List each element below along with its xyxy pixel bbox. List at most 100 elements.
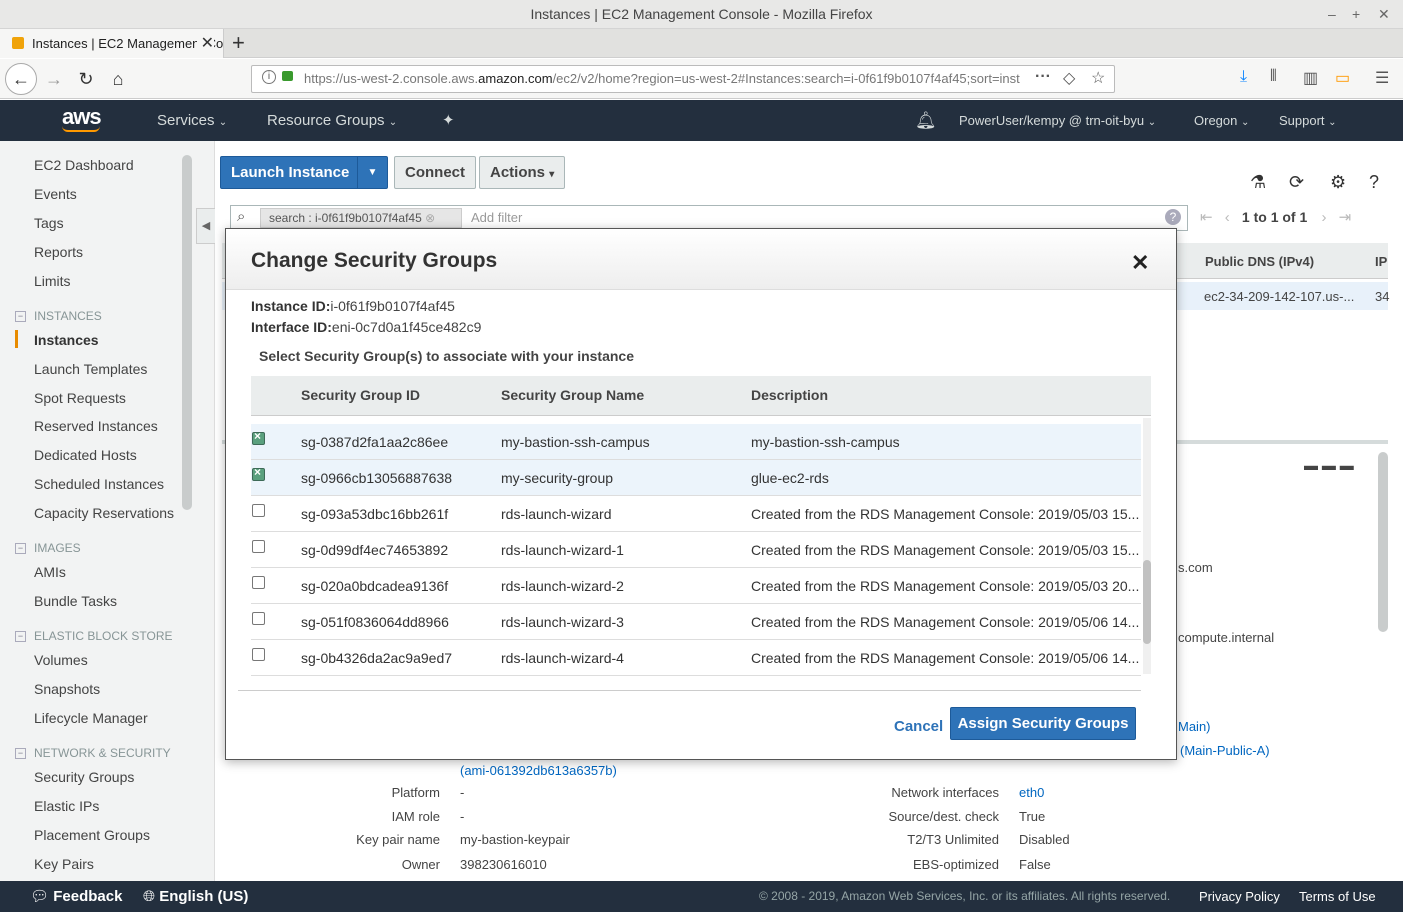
sidebar-item-ec2-dashboard[interactable]: EC2 Dashboard [34,157,134,173]
download-icon[interactable]: ⤓ [1240,68,1247,86]
page-actions-icon[interactable]: ··· [1035,68,1051,86]
sidebar-item-dedicated-hosts[interactable]: Dedicated Hosts [34,447,137,463]
filter-input[interactable]: Add filter [471,210,522,225]
collapse-instances-icon[interactable]: − [15,311,26,322]
sg-row-checkbox[interactable] [252,576,265,589]
refresh-icon[interactable]: ⟳ [1289,172,1304,193]
library-icon[interactable]: ⫴ [1270,68,1277,86]
privacy-link[interactable]: Privacy Policy [1199,881,1280,912]
back-icon[interactable]: ← [5,63,37,95]
help-icon[interactable]: ? [1369,172,1379,193]
connect-button[interactable]: Connect [394,156,476,189]
sidebar-item-events[interactable]: Events [34,186,77,202]
sidebar-item-scheduled-instances[interactable]: Scheduled Instances [34,476,164,492]
browser-tab[interactable]: Instances | EC2 Management Console ✕ [0,29,224,58]
bookmark-star-icon[interactable]: ☆ [1091,68,1105,88]
feedback-link[interactable]: 💬︎ Feedback [30,881,122,912]
extension-icon[interactable]: ▭ [1335,68,1350,88]
sidebar-item-instances[interactable]: Instances [34,332,99,348]
language-selector[interactable]: 🌐︎ English (US) [143,881,248,912]
sidebar-item-tags[interactable]: Tags [34,215,64,231]
terms-link[interactable]: Terms of Use [1299,881,1376,912]
details-scrollbar[interactable] [1378,452,1388,632]
sg-row-checkbox[interactable] [252,504,265,517]
sidebar-item-key-pairs[interactable]: Key Pairs [34,856,94,872]
info-icon[interactable]: i [262,70,276,84]
forward-icon[interactable]: → [38,64,70,94]
collapse-ebs-icon[interactable]: − [15,631,26,642]
assign-security-groups-button[interactable]: Assign Security Groups [950,707,1136,740]
sg-row-checkbox[interactable] [252,540,265,553]
sg-table-scrollbar-thumb[interactable] [1143,560,1151,644]
sidebar-item-snapshots[interactable]: Snapshots [34,681,100,697]
sidebar-item-reserved-instances[interactable]: Reserved Instances [34,418,158,434]
detail-partial-4[interactable]: (Main-Public-A) [1180,743,1270,758]
network-interfaces-value[interactable]: eth0 [1019,785,1044,800]
launch-dropdown-icon[interactable]: ▼ [357,157,387,188]
sidebar-item-lifecycle-manager[interactable]: Lifecycle Manager [34,710,148,726]
sg-table-row[interactable]: sg-0387d2fa1aa2c86ee my-bastion-ssh-campu… [251,424,1141,460]
public-dns-header[interactable]: Public DNS (IPv4) [1205,254,1314,269]
ip-header[interactable]: IP [1375,254,1387,269]
sidebar-item-security-groups[interactable]: Security Groups [34,769,134,785]
next-page-icon[interactable]: › [1321,209,1326,226]
sg-table-row[interactable]: sg-0966cb13056887638 my-security-group glu… [251,460,1141,496]
new-tab-icon[interactable]: + [232,30,245,56]
detail-partial-3[interactable]: Main) [1178,719,1211,734]
bell-icon[interactable]: 🔔︎ [915,100,937,141]
sg-table-row[interactable]: sg-0b4326da2ac9a9ed7 rds-launch-wizard-4 C… [251,640,1141,676]
sg-row-checkbox[interactable] [252,648,265,661]
reload-icon[interactable]: ↻ [70,64,102,94]
sidebar-item-placement-groups[interactable]: Placement Groups [34,827,150,843]
close-dialog-icon[interactable]: ✕ [1131,250,1149,276]
close-window-icon[interactable]: ✕ [1378,0,1390,29]
url-bar[interactable]: https://us-west-2.console.aws.amazon.com… [251,65,1115,93]
sidebar-item-limits[interactable]: Limits [34,273,71,289]
sidebar-item-bundle-tasks[interactable]: Bundle Tasks [34,593,117,609]
collapse-sidebar-icon[interactable]: ◀ [196,208,216,244]
filter-chip[interactable]: search : i-0f61f9b0107f4af45 ⊗ [260,208,462,228]
filter-help-icon[interactable]: ? [1165,209,1181,225]
pane-layout-icon[interactable]: ▬ ▬ ▬ [1304,457,1354,473]
flask-icon[interactable]: ⚗ [1250,172,1266,193]
sg-table-row[interactable]: sg-093a53dbc16bb261f rds-launch-wizard Cre… [251,496,1141,532]
ami-link[interactable]: (ami-061392db613a6357b) [460,763,617,778]
sidebar-item-elastic-ips[interactable]: Elastic IPs [34,798,99,814]
sidebar-item-launch-templates[interactable]: Launch Templates [34,361,147,377]
actions-button[interactable]: Actions ▾ [479,156,566,189]
sidebar-toggle-icon[interactable]: ▥ [1303,68,1318,88]
sg-table-row[interactable]: sg-051f0836064dd8966 rds-launch-wizard-3 C… [251,604,1141,640]
sg-description-column-header[interactable]: Description [751,387,828,403]
menu-icon[interactable]: ☰ [1375,68,1389,88]
sg-row-checkbox[interactable] [252,465,265,481]
sg-name-column-header[interactable]: Security Group Name [501,387,644,403]
last-page-icon[interactable]: ⇥ [1339,209,1352,226]
support-menu[interactable]: Support ⌄ [1279,100,1337,141]
services-menu[interactable]: Services ⌄ [157,100,227,141]
launch-instance-button[interactable]: Launch Instance ▼ [220,156,388,189]
user-menu[interactable]: PowerUser/kempy @ trn-oit-byu ⌄ [959,100,1156,141]
pin-icon[interactable]: ✦ [442,100,455,141]
sg-id-column-header[interactable]: Security Group ID [301,387,420,403]
home-icon[interactable]: ⌂ [102,64,134,94]
maximize-icon[interactable]: + [1352,0,1360,29]
sidebar-item-volumes[interactable]: Volumes [34,652,88,668]
minimize-icon[interactable]: – [1328,0,1336,29]
region-menu[interactable]: Oregon ⌄ [1194,100,1249,141]
pocket-icon[interactable]: ◇ [1063,68,1075,88]
sidebar-item-capacity-reservations[interactable]: Capacity Reservations [34,505,174,521]
close-tab-icon[interactable]: ✕ [196,29,214,58]
first-page-icon[interactable]: ⇤ [1200,209,1213,226]
collapse-images-icon[interactable]: − [15,543,26,554]
sidebar-item-amis[interactable]: AMIs [34,564,66,580]
gear-icon[interactable]: ⚙ [1330,172,1346,193]
sg-table-row[interactable]: sg-020a0bdcadea9136f rds-launch-wizard-2 C… [251,568,1141,604]
sidebar-item-spot-requests[interactable]: Spot Requests [34,390,126,406]
sg-table-row[interactable]: sg-0d99df4ec74653892 rds-launch-wizard-1 C… [251,532,1141,568]
sg-row-checkbox[interactable] [252,612,265,625]
prev-page-icon[interactable]: ‹ [1225,209,1230,226]
collapse-network-icon[interactable]: − [15,748,26,759]
resource-groups-menu[interactable]: Resource Groups ⌄ [267,100,397,141]
sidebar-item-reports[interactable]: Reports [34,244,83,260]
sidebar-scrollbar[interactable] [182,155,192,510]
